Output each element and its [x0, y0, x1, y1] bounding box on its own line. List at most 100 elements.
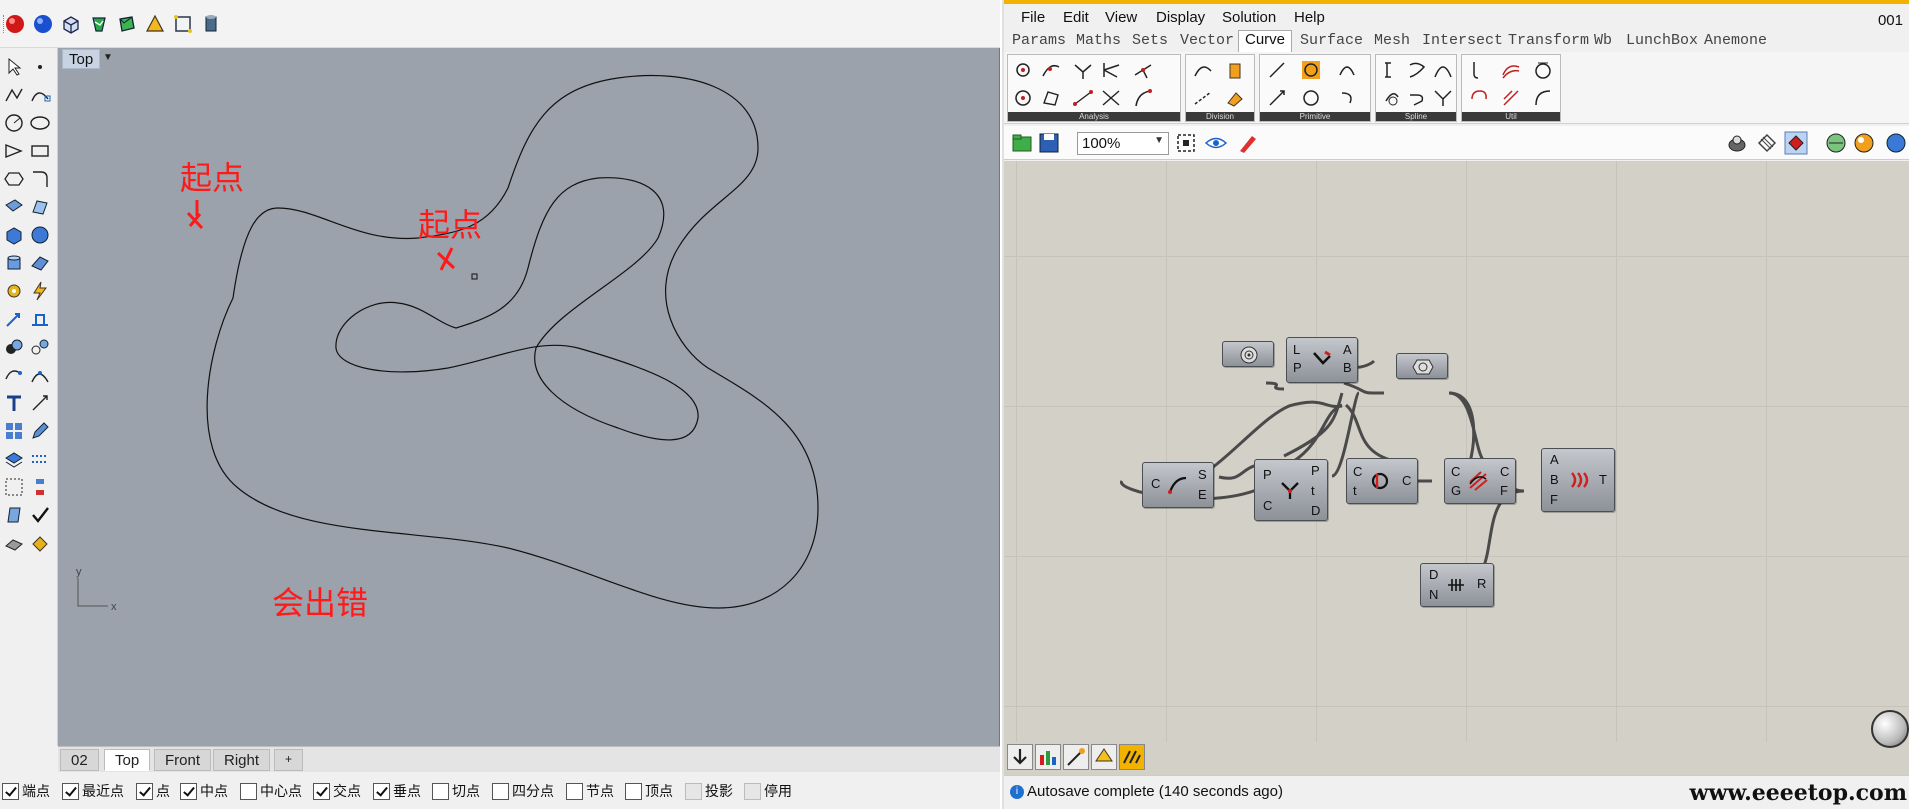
align-icon[interactable] — [29, 308, 51, 330]
lp-node[interactable]: L P A B — [1286, 337, 1358, 383]
point-marker[interactable] — [471, 273, 478, 280]
distribute-icon[interactable] — [29, 476, 51, 498]
port-in-n[interactable]: N — [1429, 587, 1438, 602]
dn-node[interactable]: D N R — [1420, 563, 1494, 607]
point-icon[interactable] — [29, 56, 51, 78]
port-in-l[interactable]: L — [1293, 342, 1300, 357]
bake-icon[interactable] — [1007, 744, 1033, 770]
shatter-icon[interactable] — [1192, 87, 1214, 109]
open-file-icon[interactable] — [1010, 131, 1034, 155]
port-in-c[interactable]: C — [1451, 464, 1460, 479]
kinky-curve-icon[interactable] — [1406, 59, 1428, 81]
menu-solution[interactable]: Solution — [1222, 9, 1276, 26]
osnap-checkbox[interactable] — [492, 782, 509, 800]
osnap-disable[interactable]: 停用 — [744, 781, 792, 801]
port-out-s[interactable]: S — [1198, 467, 1207, 482]
osnap-knot[interactable]: 节点 — [566, 781, 614, 801]
tab-surface[interactable]: Surface — [1300, 32, 1363, 49]
osnap-quad[interactable]: 四分点 — [492, 781, 554, 801]
closed-curve-outer[interactable] — [206, 75, 819, 609]
tween-curve-icon[interactable] — [1432, 87, 1454, 109]
curve-cv-icon[interactable] — [29, 84, 51, 106]
tab-maths[interactable]: Maths — [1076, 32, 1121, 49]
check-icon[interactable] — [29, 504, 51, 526]
transform-icon[interactable] — [3, 308, 25, 330]
ptd-node[interactable]: P C P t D — [1254, 459, 1328, 521]
cylinder-solid-icon[interactable] — [3, 252, 25, 274]
menu-file[interactable]: File — [1021, 9, 1045, 26]
zoom-dropdown[interactable]: 100% ▼ — [1077, 132, 1169, 155]
osnap-intersection[interactable]: 交点 — [313, 781, 361, 801]
pencil-icon[interactable] — [29, 420, 51, 442]
cylinder-icon[interactable] — [200, 13, 222, 35]
box-green-icon[interactable] — [116, 13, 138, 35]
tab-transform[interactable]: Transform — [1508, 32, 1589, 49]
sketch-pen-icon[interactable] — [1236, 131, 1260, 155]
port-out-c[interactable]: C — [1500, 464, 1509, 479]
end-points-icon[interactable] — [1072, 87, 1094, 109]
port-out-b[interactable]: B — [1343, 360, 1352, 375]
seam-icon[interactable] — [1532, 87, 1554, 109]
wire-display-icon[interactable] — [1063, 744, 1089, 770]
dash-pattern-icon[interactable] — [1224, 59, 1246, 81]
block-icon[interactable] — [3, 420, 25, 442]
ellipse-icon[interactable] — [29, 112, 51, 134]
osnap-project[interactable]: 投影 — [685, 781, 733, 801]
port-out-p[interactable]: P — [1311, 463, 1320, 478]
circle-icon[interactable] — [1300, 87, 1322, 109]
port-in-c[interactable]: C — [1263, 498, 1272, 513]
curve-edit-icon[interactable] — [3, 364, 25, 386]
display-mode-icon[interactable] — [1824, 131, 1848, 155]
red-sphere-icon[interactable] — [4, 13, 26, 35]
osnap-perp[interactable]: 垂点 — [373, 781, 421, 801]
blue-sphere-icon[interactable] — [1884, 131, 1908, 155]
port-out-r[interactable]: R — [1477, 576, 1486, 591]
port-out-t[interactable]: t — [1311, 483, 1315, 498]
cheese-icon[interactable] — [1091, 744, 1117, 770]
tab-anemone[interactable]: Anemone — [1704, 32, 1767, 49]
mesh-icon[interactable] — [29, 252, 51, 274]
zoom-extents-icon[interactable] — [1174, 131, 1198, 155]
material-icon[interactable] — [29, 532, 51, 554]
nurbs-curve-icon[interactable] — [1432, 59, 1454, 81]
gh-canvas[interactable]: L P A B C S E P C P t D C t C C G C F A … — [1004, 161, 1909, 742]
port-in-d[interactable]: D — [1429, 567, 1438, 582]
gem-icon[interactable] — [88, 13, 110, 35]
osnap-end[interactable]: 端点 — [2, 781, 50, 801]
project-curve-icon[interactable] — [1500, 87, 1522, 109]
osnap-checkbox[interactable] — [240, 782, 257, 800]
polyarc-icon[interactable] — [1406, 87, 1428, 109]
render-icon[interactable] — [3, 532, 25, 554]
osnap-checkbox[interactable] — [136, 782, 153, 800]
sphere-solid-icon[interactable] — [29, 224, 51, 246]
tab-top[interactable]: Top — [104, 749, 151, 771]
line-icon[interactable] — [1266, 59, 1288, 81]
graph-icon[interactable] — [1035, 744, 1061, 770]
port-in-b[interactable]: B — [1550, 472, 1559, 487]
circle-cnr-icon[interactable] — [1300, 59, 1322, 81]
port-in-p[interactable]: P — [1293, 360, 1302, 375]
preview-eye-icon[interactable] — [1204, 131, 1228, 155]
menu-display[interactable]: Display — [1156, 9, 1205, 26]
port-out-e[interactable]: E — [1198, 487, 1207, 502]
curve-domain-icon[interactable] — [1132, 87, 1154, 109]
text-icon[interactable] — [3, 392, 25, 414]
box-edit-icon[interactable] — [60, 13, 82, 35]
frame-select-icon[interactable] — [172, 13, 194, 35]
osnap-mid[interactable]: 中点 — [180, 781, 228, 801]
evaluate-curve-icon[interactable] — [1072, 59, 1094, 81]
offset-icon[interactable] — [1468, 59, 1490, 81]
select-arrow-icon[interactable] — [3, 56, 25, 78]
gear-icon[interactable] — [3, 280, 25, 302]
port-out-t[interactable]: T — [1599, 472, 1607, 487]
osnap-checkbox[interactable] — [373, 782, 390, 800]
arc-3pt-icon[interactable] — [1336, 59, 1358, 81]
curvature-icon[interactable] — [1040, 59, 1062, 81]
osnap-checkbox[interactable] — [566, 782, 583, 800]
osnap-point[interactable]: 点 — [136, 781, 170, 801]
tab-params[interactable]: Params — [1012, 32, 1066, 49]
menu-view[interactable]: View — [1105, 9, 1137, 26]
fillet-curve-icon[interactable] — [29, 168, 51, 190]
preview-off-icon[interactable] — [1725, 131, 1749, 155]
control-points-icon[interactable] — [1040, 87, 1062, 109]
